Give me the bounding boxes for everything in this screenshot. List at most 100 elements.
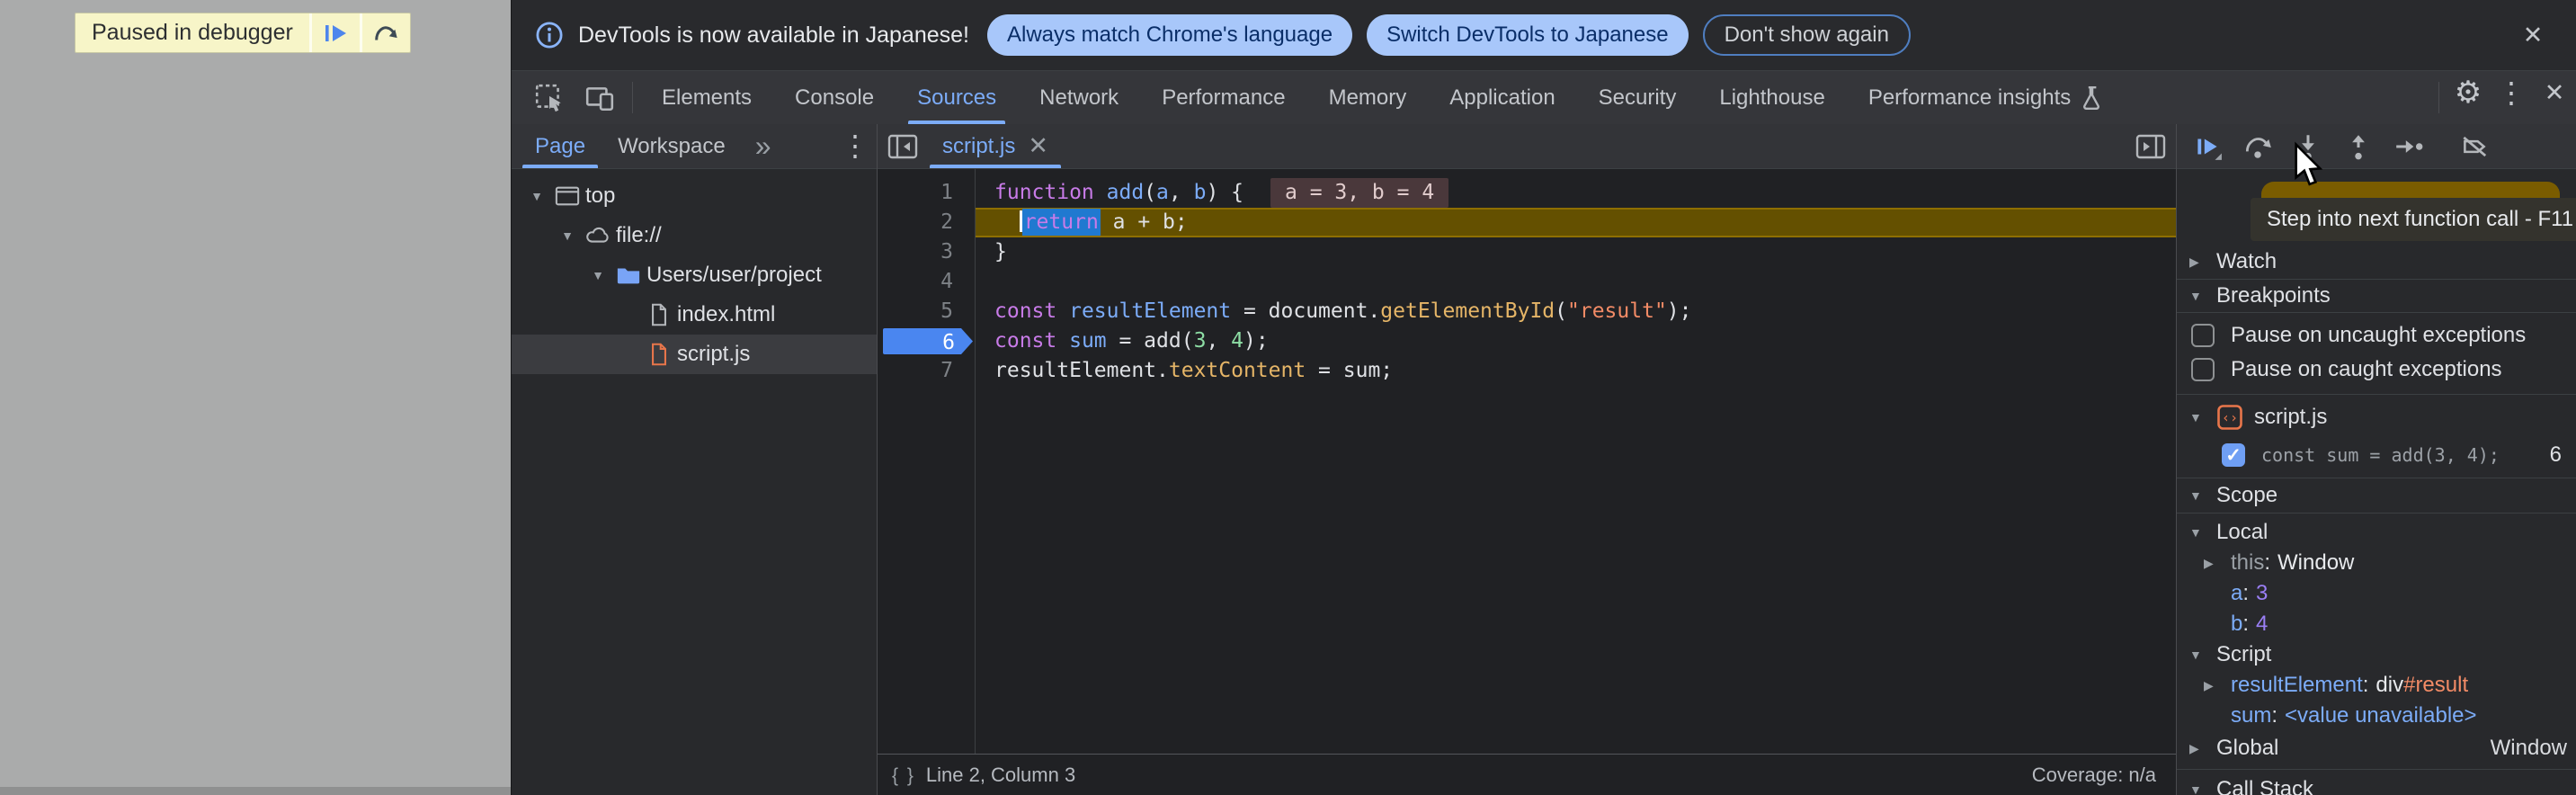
scope-colon: : xyxy=(2271,703,2277,728)
chevron-down-icon[interactable]: ▼ xyxy=(524,189,549,203)
tree-item-users-user-project[interactable]: ▼Users/user/project xyxy=(512,255,877,295)
code-token: = document. xyxy=(1231,299,1380,323)
code-text[interactable] xyxy=(975,267,2176,297)
scope-property-sum[interactable]: sum:<value unavailable> xyxy=(2177,701,2576,731)
breakpoint-file-row[interactable]: ▼ ‹› script.js xyxy=(2177,398,2576,436)
breakpoints-section-header[interactable]: ▼ Breakpoints xyxy=(2177,279,2576,313)
step-button[interactable] xyxy=(2384,124,2434,169)
line-number-6[interactable]: 6 xyxy=(878,326,975,356)
step-over-button-toast[interactable] xyxy=(360,13,410,52)
file-tree: ▼top▼file://▼Users/user/projectindex.htm… xyxy=(512,169,877,374)
scope-property-b[interactable]: b:4 xyxy=(2177,609,2576,639)
scope-property-this[interactable]: ▶this:Window xyxy=(2177,548,2576,578)
toolbar-separator xyxy=(632,82,633,113)
scope-section-header[interactable]: ▼ Scope xyxy=(2177,478,2576,514)
scope-section-script[interactable]: ▼Script xyxy=(2177,639,2576,670)
code-text[interactable]: } xyxy=(975,237,2176,267)
editor-tab-close-icon[interactable] xyxy=(1028,132,1048,160)
resume-script-button[interactable] xyxy=(309,13,360,52)
dont-show-again-button[interactable]: Don't show again xyxy=(1703,14,1911,56)
editor-tab-strip: script.js xyxy=(878,124,2176,169)
tab-console[interactable]: Console xyxy=(773,71,896,124)
tab-performance[interactable]: Performance xyxy=(1140,71,1306,124)
tree-item-file[interactable]: ▼ file:// xyxy=(512,216,877,255)
scope-property-a[interactable]: a:3 xyxy=(2177,578,2576,609)
call-stack-section-header[interactable]: ▼ Call Stack xyxy=(2177,769,2576,795)
always-match-language-button[interactable]: Always match Chrome's language xyxy=(987,14,1352,56)
step-over-button[interactable] xyxy=(2233,124,2283,169)
code-text[interactable]: resultElement.textContent = sum; xyxy=(975,356,2176,386)
code-token: ) { xyxy=(1206,181,1243,204)
scope-label: Scope xyxy=(2216,483,2277,508)
tab-page[interactable]: Page xyxy=(519,124,602,168)
editor-tab-script-js[interactable]: script.js xyxy=(928,124,1063,168)
paused-message-area: Step into next function call - F11 - ⌘ ; xyxy=(2177,169,2576,245)
tab-memory[interactable]: Memory xyxy=(1307,71,1429,124)
tab-network[interactable]: Network xyxy=(1018,71,1140,124)
collapse-navigator-button[interactable] xyxy=(878,124,928,168)
navigator-menu-icon[interactable] xyxy=(833,124,877,167)
line-number-4[interactable]: 4 xyxy=(878,267,975,297)
code-token: ); xyxy=(1243,329,1269,353)
step-out-button[interactable] xyxy=(2333,124,2384,169)
code-token: "result" xyxy=(1567,299,1667,323)
chevron-down-icon: ▼ xyxy=(2189,648,2216,662)
chevron-down-icon[interactable]: ▼ xyxy=(585,268,611,282)
code-token: getElementById xyxy=(1380,299,1555,323)
tab-application[interactable]: Application xyxy=(1428,71,1576,124)
pause-uncaught-checkbox[interactable] xyxy=(2191,324,2215,347)
tree-item-script-js[interactable]: script.js xyxy=(512,335,877,374)
chevron-down-icon[interactable]: ▼ xyxy=(555,228,580,243)
devtools-close-icon[interactable] xyxy=(2533,71,2576,114)
frame-icon xyxy=(549,184,585,208)
more-tabs-icon[interactable] xyxy=(742,124,785,167)
switch-to-japanese-button[interactable]: Switch DevTools to Japanese xyxy=(1367,14,1689,56)
device-toolbar-button[interactable] xyxy=(575,71,625,124)
pause-caught-checkbox[interactable] xyxy=(2191,358,2215,381)
more-options-icon[interactable] xyxy=(2490,71,2533,114)
line-number-1[interactable]: 1 xyxy=(878,178,975,208)
code-text[interactable]: const resultElement = document.getElemen… xyxy=(975,297,2176,326)
line-number-7[interactable]: 7 xyxy=(878,356,975,386)
tab-sources[interactable]: Sources xyxy=(896,71,1018,124)
scope-section-local[interactable]: ▼Local xyxy=(2177,517,2576,548)
tab-elements[interactable]: Elements xyxy=(640,71,773,124)
code-text[interactable]: function add(a, b) {a = 3, b = 4 xyxy=(975,178,2176,208)
paused-in-debugger-toast: Paused in debugger xyxy=(75,13,411,53)
code-text[interactable]: const sum = add(3, 4); xyxy=(975,326,2176,356)
deactivate-breakpoints-button[interactable] xyxy=(2449,124,2500,169)
device-toolbar-icon xyxy=(584,83,615,113)
pretty-print-icon[interactable] xyxy=(892,764,915,787)
tree-item-top[interactable]: ▼top xyxy=(512,176,877,216)
file-html-icon xyxy=(641,303,677,326)
tab-performance-insights[interactable]: Performance insights xyxy=(1847,71,2125,124)
inspect-element-button[interactable] xyxy=(524,71,575,124)
line-number-5[interactable]: 5 xyxy=(878,297,975,326)
resume-button[interactable] xyxy=(2182,124,2233,169)
infobar-close-icon[interactable] xyxy=(2511,13,2554,57)
watch-section-header[interactable]: ▶ Watch xyxy=(2177,245,2576,279)
tree-item-label: file:// xyxy=(616,223,662,248)
global-scope-row[interactable]: ▶ Global Window xyxy=(2177,731,2576,765)
tab-security[interactable]: Security xyxy=(1577,71,1698,124)
breakpoint-marker[interactable]: 6 xyxy=(883,328,973,354)
screen: { "theme": { "accent_blue": "#7cacf8", "… xyxy=(0,0,2576,795)
line-number-2[interactable]: 2 xyxy=(878,208,975,237)
execution-line[interactable]: return a + b; xyxy=(975,208,2176,237)
line-number-3[interactable]: 3 xyxy=(878,237,975,267)
script-file-icon: ‹› xyxy=(2216,404,2243,431)
expand-debugger-sidebar-button[interactable] xyxy=(2126,124,2176,168)
settings-gear-icon[interactable] xyxy=(2447,71,2490,114)
breakpoint-checkbox[interactable] xyxy=(2222,443,2245,467)
tree-item-index-html[interactable]: index.html xyxy=(512,295,877,335)
panel-left-icon xyxy=(887,132,919,161)
tab-workspace[interactable]: Workspace xyxy=(602,124,742,168)
code-token: const xyxy=(994,329,1069,353)
breakpoint-entry[interactable]: const sum = add(3, 4); 6 xyxy=(2177,436,2576,474)
toolbar-spacer xyxy=(2125,71,2431,124)
scope-property-resultelement[interactable]: ▶resultElement:div#result xyxy=(2177,670,2576,701)
tab-lighthouse[interactable]: Lighthouse xyxy=(1698,71,1846,124)
code-editor-pane: script.js 1function add(a, b) {a = 3, b … xyxy=(878,124,2176,795)
step-over-icon xyxy=(372,20,399,47)
code-viewport[interactable]: 1function add(a, b) {a = 3, b = 42 retur… xyxy=(878,169,2176,754)
